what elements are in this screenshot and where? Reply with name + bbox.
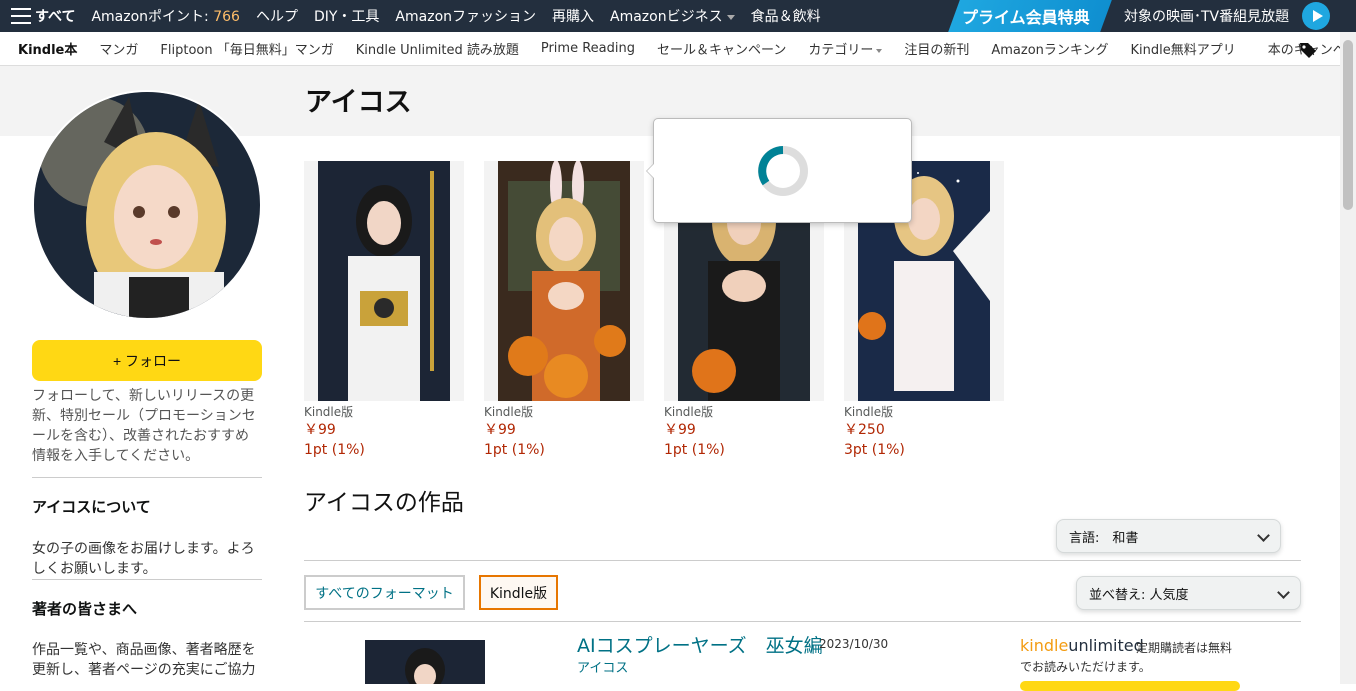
ku-read-button[interactable] — [1020, 681, 1240, 691]
nav-points[interactable]: Amazonポイント: 766 — [83, 6, 247, 26]
prime-banner[interactable]: プライム会員特典 対象の映画･TV番組見放題 — [940, 0, 1338, 32]
nav-rebuy[interactable]: 再購入 — [544, 6, 602, 26]
subnav-ranking[interactable]: Amazonランキング — [980, 39, 1119, 58]
scrollbar-thumb[interactable] — [1343, 40, 1353, 210]
book-card[interactable]: Kindle版 ￥99 1pt (1%) — [484, 161, 644, 460]
authors-text: 作品一覧や、商品画像、著者略歴を更新し、著者ページの充実にご協力 — [32, 642, 256, 678]
points-label: Amazonポイント: — [91, 9, 214, 25]
all-menu-button[interactable]: すべて — [0, 0, 83, 32]
subnav-kindle[interactable]: Kindle本 — [0, 39, 88, 58]
all-menu-label: すべて — [35, 9, 76, 25]
subnav-prime-reading[interactable]: Prime Reading — [530, 41, 646, 56]
subnav-free-app[interactable]: Kindle無料アプリ — [1120, 39, 1247, 58]
book-cover[interactable] — [484, 161, 644, 401]
chevron-down-icon — [1277, 586, 1290, 599]
book-price: ￥250 — [844, 422, 885, 438]
book-format: Kindle版 — [844, 405, 894, 419]
about-heading: アイコスについて — [32, 498, 151, 516]
chevron-down-icon — [876, 48, 883, 53]
follow-button[interactable]: + フォロー — [32, 340, 262, 381]
book-cover[interactable] — [304, 161, 464, 401]
tag-icon[interactable] — [1298, 40, 1318, 60]
sort-select-value: 並べ替え: 人気度 — [1089, 587, 1189, 603]
nav-business-label: Amazonビジネス — [610, 9, 723, 25]
ku-logo-unlimited: unlimited — [1068, 636, 1144, 655]
ku-note-2: でお読みいただけます。 — [1020, 660, 1151, 674]
avatar-illustration — [34, 92, 260, 318]
loading-popover — [646, 118, 912, 223]
divider — [304, 560, 1301, 561]
authors-heading: 著者の皆さまへ — [32, 600, 138, 618]
page-title: アイコス — [305, 87, 412, 118]
work-author[interactable]: アイコス — [577, 657, 628, 676]
book-cover-image — [318, 161, 450, 401]
book-points: 1pt (1%) — [304, 442, 365, 458]
nav-help[interactable]: ヘルプ — [248, 6, 306, 26]
book-format: Kindle版 — [304, 405, 354, 419]
works-heading: アイコスの作品 — [304, 490, 464, 516]
book-price: ￥99 — [484, 422, 516, 438]
filter-kindle[interactable]: Kindle版 — [479, 575, 558, 610]
loading-spinner-icon — [758, 146, 808, 196]
subnav-new[interactable]: 注目の新刊 — [893, 39, 980, 58]
language-select-value: 言語: 和書 — [1069, 530, 1139, 546]
prime-text: 対象の映画･TV番組見放題 — [1124, 9, 1290, 25]
book-format: Kindle版 — [664, 405, 714, 419]
work-date: 2023/10/30 — [819, 637, 889, 651]
about-text: 女の子の画像をお届けします。よろしくお願いします。 — [32, 541, 255, 577]
chevron-down-icon — [1257, 529, 1270, 542]
subnav-fliptoon[interactable]: Fliptoon 「毎日無料」マンガ — [149, 39, 344, 58]
language-select[interactable]: 言語: 和書 — [1056, 519, 1281, 553]
sort-select[interactable]: 並べ替え: 人気度 — [1076, 576, 1301, 610]
subnav-unlimited[interactable]: Kindle Unlimited 読み放題 — [345, 39, 530, 58]
work-thumbnail-image — [365, 640, 485, 684]
book-card[interactable]: Kindle版 ￥99 1pt (1%) — [304, 161, 464, 460]
nav-business[interactable]: Amazonビジネス — [602, 6, 743, 26]
nav-diy[interactable]: DIY・工具 — [306, 6, 387, 26]
work-title[interactable]: AIコスプレーヤーズ 巫女編 — [577, 631, 823, 658]
book-cover-image — [498, 161, 630, 401]
divider — [32, 579, 262, 580]
subnav-sale[interactable]: セール＆キャンペーン — [646, 39, 797, 58]
author-avatar — [32, 90, 262, 320]
ku-note: 定期購読者は無料 — [1136, 641, 1233, 655]
filter-all-formats[interactable]: すべてのフォーマット — [304, 575, 465, 610]
book-price: ￥99 — [664, 422, 696, 438]
play-icon — [1302, 2, 1330, 30]
hamburger-icon — [11, 8, 31, 24]
follow-description: フォローして、新しいリリースの更新、特別セール（プロモーションセールを含む）、改… — [32, 388, 256, 464]
divider — [304, 621, 1301, 622]
nav-food[interactable]: 食品＆飲料 — [743, 6, 829, 26]
page-scrollbar[interactable] — [1340, 32, 1356, 684]
book-price: ￥99 — [304, 422, 336, 438]
work-thumbnail[interactable] — [365, 640, 485, 684]
book-points: 1pt (1%) — [664, 442, 725, 458]
book-format: Kindle版 — [484, 405, 534, 419]
subnav-category[interactable]: カテゴリー — [797, 39, 893, 58]
nav-fashion[interactable]: Amazonファッション — [387, 6, 544, 26]
ku-logo-kindle: kindle — [1020, 636, 1069, 655]
points-value: 766 — [213, 9, 240, 25]
chevron-down-icon — [726, 14, 735, 20]
subnav-manga[interactable]: マンガ — [88, 39, 149, 58]
kindle-unlimited-logo: kindleunlimited — [1020, 636, 1144, 655]
divider — [32, 477, 262, 478]
subnav-category-label: カテゴリー — [808, 43, 874, 58]
prime-badge-text: プライム会員特典 — [962, 8, 1090, 27]
kindle-subnav: Kindle本 マンガ Fliptoon 「毎日無料」マンガ Kindle Un… — [0, 32, 1356, 66]
book-points: 3pt (1%) — [844, 442, 905, 458]
book-points: 1pt (1%) — [484, 442, 545, 458]
